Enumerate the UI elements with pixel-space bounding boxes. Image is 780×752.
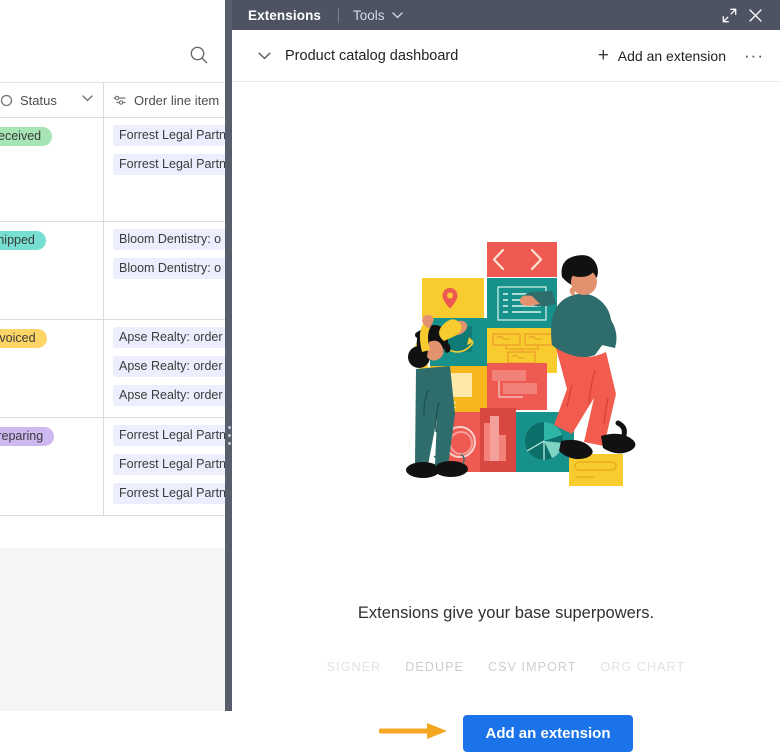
example-extension-name: CSV IMPORT bbox=[487, 660, 577, 674]
expand-fullscreen-icon[interactable] bbox=[716, 2, 742, 28]
extensions-panel: Extensions Tools Product catalog dashboa… bbox=[232, 0, 780, 752]
column-header-order-line-item[interactable]: Order line item bbox=[104, 83, 232, 118]
dashboard-name: Product catalog dashboard bbox=[285, 47, 459, 64]
list-item: Forrest Legal Partn bbox=[113, 425, 232, 446]
list-item: Apse Realty: order bbox=[113, 385, 232, 406]
example-extension-name: DEDUPE bbox=[405, 660, 464, 674]
status-badge: Preparing bbox=[0, 427, 55, 446]
ellipsis-icon[interactable]: ··· bbox=[742, 44, 766, 68]
column-header-order-line-item-label: Order line item bbox=[134, 93, 220, 108]
list-item: Apse Realty: order bbox=[113, 356, 232, 377]
arrow-right-icon bbox=[378, 721, 449, 746]
table-row[interactable]: Invoiced Apse Realty: order Apse Realty:… bbox=[0, 320, 232, 418]
linked-record-icon bbox=[113, 95, 126, 105]
cta-zone: Add an extension bbox=[232, 715, 780, 752]
list-item: Forrest Legal Partn bbox=[113, 483, 232, 504]
list-item: Bloom Dentistry: o bbox=[113, 229, 232, 250]
list-item: Forrest Legal Partn bbox=[113, 454, 232, 475]
table-row[interactable]: Received Forrest Legal Partn Forrest Leg… bbox=[0, 118, 232, 222]
cell-status[interactable]: Received bbox=[0, 118, 104, 221]
base-grid-view: Status Order line item Received Forrest … bbox=[0, 0, 232, 711]
column-header-status[interactable]: Status bbox=[0, 83, 104, 118]
cell-status[interactable]: Invoiced bbox=[0, 320, 104, 417]
drag-dot bbox=[227, 434, 231, 437]
column-header-status-label: Status bbox=[20, 93, 57, 108]
panel-title: Extensions bbox=[248, 7, 322, 23]
extensions-empty-state: Extensions give your base superpowers. S… bbox=[232, 82, 780, 752]
list-item: Forrest Legal Partn bbox=[113, 125, 232, 146]
titlebar-actions bbox=[716, 0, 768, 30]
extensions-titlebar: Extensions Tools bbox=[232, 0, 780, 30]
table-row[interactable]: Shipped Bloom Dentistry: o Bloom Dentist… bbox=[0, 222, 232, 320]
tools-menu-label: Tools bbox=[353, 7, 385, 23]
grid-header-row: Status Order line item bbox=[0, 82, 232, 118]
titlebar-divider bbox=[338, 7, 340, 23]
example-extension-name: ORG CHART bbox=[600, 660, 686, 674]
cell-order-line-items[interactable]: Apse Realty: order Apse Realty: order Ap… bbox=[104, 320, 232, 417]
add-extension-link[interactable]: + Add an extension bbox=[598, 46, 726, 65]
pane-drag-handle[interactable] bbox=[225, 0, 232, 711]
subbar-actions: + Add an extension ··· bbox=[598, 30, 766, 81]
empty-state-tagline: Extensions give your base superpowers. bbox=[357, 604, 655, 622]
tools-menu[interactable]: Tools bbox=[353, 8, 403, 23]
cell-order-line-items[interactable]: Forrest Legal Partn Forrest Legal Partn … bbox=[104, 418, 232, 515]
drag-dot bbox=[227, 426, 231, 429]
close-icon[interactable] bbox=[742, 2, 768, 28]
cell-status[interactable]: Preparing bbox=[0, 418, 104, 515]
people-assembling-extension-blocks-illustration bbox=[232, 230, 780, 500]
example-extension-name: SIGNER bbox=[326, 660, 382, 674]
status-badge: Shipped bbox=[0, 231, 46, 250]
cell-status[interactable]: Shipped bbox=[0, 222, 104, 319]
status-badge: Invoiced bbox=[0, 329, 47, 348]
add-extension-button[interactable]: Add an extension bbox=[463, 715, 633, 752]
table-row[interactable]: Preparing Forrest Legal Partn Forrest Le… bbox=[0, 418, 232, 516]
plus-icon: + bbox=[597, 45, 609, 66]
chevron-down-icon bbox=[391, 11, 403, 18]
chevron-down-icon[interactable] bbox=[82, 95, 93, 102]
single-select-icon bbox=[0, 94, 13, 107]
cell-order-line-items[interactable]: Forrest Legal Partn Forrest Legal Partn bbox=[104, 118, 232, 221]
extensions-subbar: Product catalog dashboard + Add an exten… bbox=[232, 30, 780, 82]
drag-dot bbox=[227, 442, 231, 445]
example-extension-names: SIGNER DEDUPE CSV IMPORT ORG CHART bbox=[232, 660, 780, 674]
status-badge: Received bbox=[0, 127, 53, 146]
search-icon[interactable] bbox=[188, 44, 210, 66]
add-extension-link-label: Add an extension bbox=[617, 47, 726, 64]
list-item: Forrest Legal Partn bbox=[113, 154, 232, 175]
cell-order-line-items[interactable]: Bloom Dentistry: o Bloom Dentistry: o bbox=[104, 222, 232, 319]
grid-toolbar bbox=[0, 0, 232, 82]
list-item: Bloom Dentistry: o bbox=[113, 258, 232, 279]
list-item: Apse Realty: order bbox=[113, 327, 232, 348]
grid-footer-area bbox=[0, 548, 232, 711]
chevron-down-icon[interactable] bbox=[255, 47, 273, 65]
